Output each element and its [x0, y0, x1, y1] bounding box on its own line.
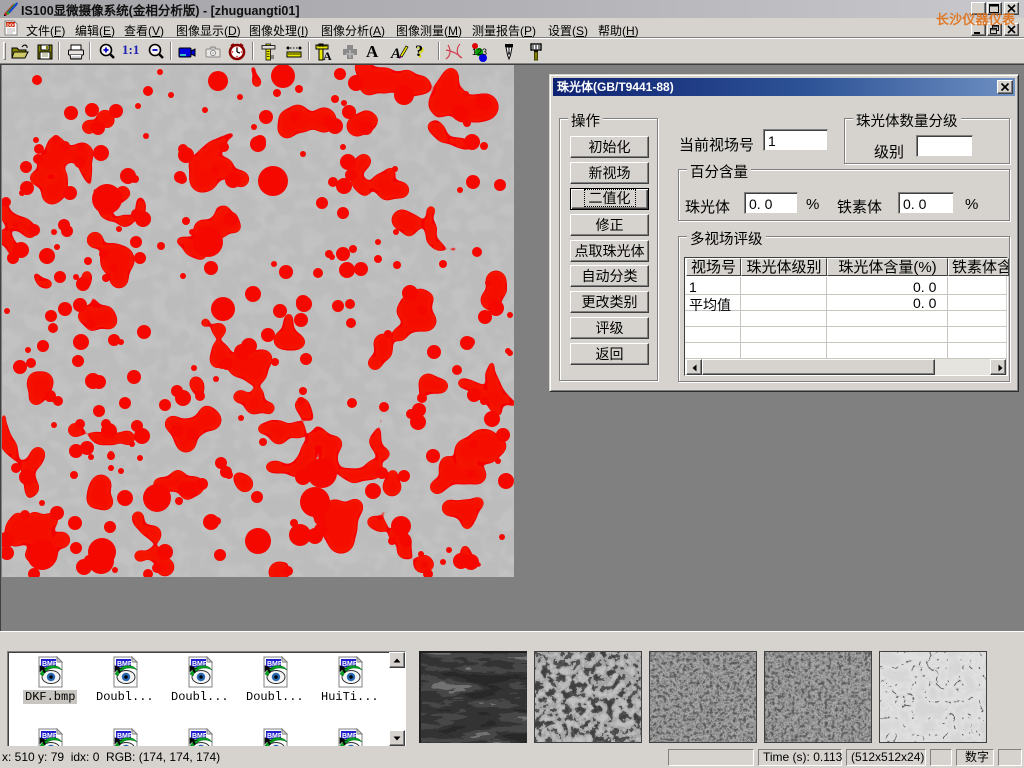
svg-text:A: A [323, 49, 332, 62]
svg-text:3: 3 [482, 47, 487, 57]
svg-text:DOC: DOC [7, 23, 18, 28]
svg-text:A: A [390, 46, 401, 62]
